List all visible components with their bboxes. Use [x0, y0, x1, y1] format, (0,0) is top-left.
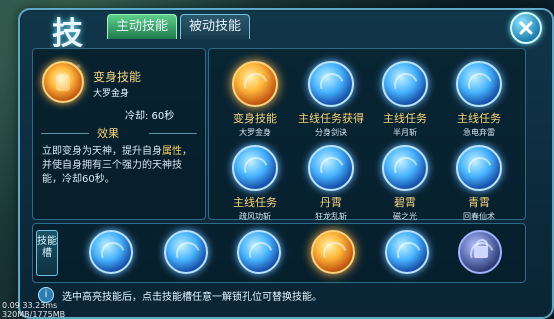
skill-grid: 变身技能 大罗金身 主线任务获得 分身剑诀 主线任务 半月斩 主线任务 急电弃雷… — [208, 48, 526, 221]
tab-active-skills[interactable]: 主动技能 — [107, 14, 178, 39]
hint-bar: i 选中高亮技能后，点击技能槽任意一解锁孔位可替换技能。 — [32, 284, 524, 306]
effect-divider — [41, 127, 197, 139]
skill-card[interactable]: 丹霄 狂龙乱斩 — [293, 145, 369, 221]
skill-title: 主线任务 — [457, 112, 501, 125]
skill-title: 碧霄 — [394, 196, 416, 209]
skill-card[interactable]: 主线任务 半月斩 — [367, 61, 443, 137]
skill-orb-icon — [232, 145, 278, 191]
selected-skill-form: 大罗金身 — [93, 89, 130, 99]
close-icon — [519, 21, 533, 35]
debug-overlay-line1: 0.09 33.23ms — [2, 301, 58, 310]
skill-slot[interactable] — [163, 230, 209, 276]
skill-orb-icon — [308, 61, 354, 107]
slot-locked-orb — [458, 230, 502, 274]
skill-slot[interactable] — [310, 230, 356, 276]
skill-orb-icon — [456, 61, 502, 107]
skill-title: 青霄 — [468, 196, 490, 209]
skill-card[interactable]: 变身技能 大罗金身 — [217, 61, 293, 137]
skill-card[interactable]: 主线任务 急电弃雷 — [441, 61, 517, 137]
skill-subtitle: 疏风功斩 — [239, 212, 271, 221]
skill-orb-icon — [382, 145, 428, 191]
tab-bar: 主动技能 被动技能 — [107, 14, 251, 39]
slot-bar-label: 技能槽 — [36, 230, 58, 276]
tab-passive-skills[interactable]: 被动技能 — [180, 14, 251, 39]
effect-title: 效果 — [97, 127, 119, 140]
skill-title: 丹霄 — [320, 196, 342, 209]
slot-skill-icon — [89, 230, 133, 274]
skill-card[interactable]: 碧霄 磁之光 — [367, 145, 443, 221]
description-highlight: 属性 — [162, 146, 182, 157]
skill-orb-icon — [308, 145, 354, 191]
skill-subtitle: 半月斩 — [393, 128, 417, 137]
skill-slot-bar: 技能槽 — [32, 223, 526, 283]
skill-title: 主线任务获得 — [298, 112, 364, 125]
skill-card[interactable]: 青霄 回春仙术 — [441, 145, 517, 221]
slot-skill-icon — [311, 230, 355, 274]
debug-overlay-line2: 320MB/1775MB — [2, 310, 66, 319]
title-banner: 技能 — [22, 2, 114, 97]
close-button[interactable] — [510, 12, 542, 44]
skill-title: 主线任务 — [233, 196, 277, 209]
skill-card[interactable]: 主线任务获得 分身剑诀 — [293, 61, 369, 137]
hint-text: 选中高亮技能后，点击技能槽任意一解锁孔位可替换技能。 — [62, 292, 322, 303]
selected-skill-icon — [42, 61, 84, 103]
skill-subtitle: 分身剑诀 — [315, 128, 347, 137]
skill-orb-icon — [456, 145, 502, 191]
skill-orb-icon — [232, 61, 278, 107]
skill-detail-panel: 变身技能 大罗金身 冷却: 60秒 效果 立即变身为天神，提升自身属性，并使自身… — [32, 48, 206, 220]
skill-slot[interactable] — [88, 230, 134, 276]
skill-subtitle: 磁之光 — [393, 212, 417, 221]
skill-slot[interactable] — [384, 230, 430, 276]
slot-skill-icon — [385, 230, 429, 274]
lock-icon — [474, 239, 488, 258]
skill-title: 变身技能 — [233, 112, 277, 125]
slot-skill-icon — [164, 230, 208, 274]
skill-title: 主线任务 — [383, 112, 427, 125]
skill-subtitle: 狂龙乱斩 — [315, 212, 347, 221]
skill-subtitle: 大罗金身 — [239, 128, 271, 137]
slot-skill-icon — [237, 230, 281, 274]
selected-skill-name: 变身技能 — [93, 70, 142, 84]
description-part: 立即变身为天神，提升自身 — [42, 146, 162, 157]
skill-orb-icon — [382, 61, 428, 107]
selected-skill-cooldown: 冷却: 60秒 — [125, 111, 175, 122]
skill-subtitle: 回春仙术 — [463, 212, 495, 221]
skill-card[interactable]: 主线任务 疏风功斩 — [217, 145, 293, 221]
skill-slot[interactable] — [236, 230, 282, 276]
skill-subtitle: 急电弃雷 — [463, 128, 495, 137]
skill-slot-locked[interactable] — [457, 230, 503, 276]
skill-description: 立即变身为天神，提升自身属性，并使自身拥有三个强力的天神技能，冷却60秒。 — [42, 145, 198, 187]
